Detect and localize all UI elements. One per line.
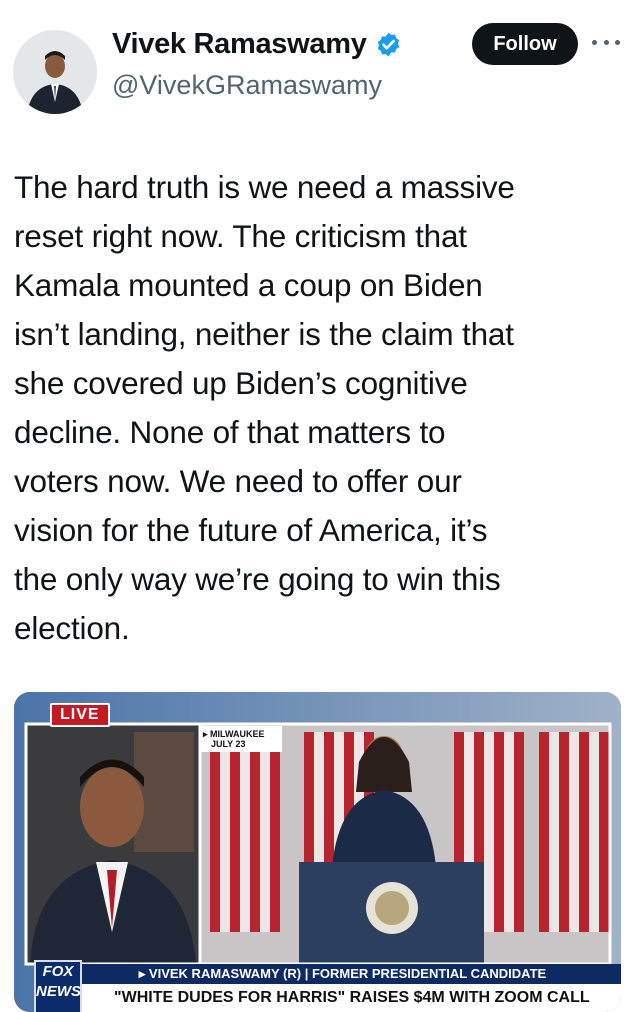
author-handle[interactable]: @VivekGRamaswamy bbox=[112, 70, 382, 101]
tweet-media-video[interactable]: LIVE ▸ MILWAUKEE JULY 23 ▸ VIVEK RAMASWA… bbox=[14, 692, 621, 1012]
network-logo-line: NEWS bbox=[36, 983, 81, 1000]
author-name[interactable]: Vivek Ramaswamy bbox=[112, 28, 367, 61]
tweet-line: she covered up Biden’s cognitive bbox=[14, 365, 468, 401]
tweet-line: Kamala mounted a coup on Biden bbox=[14, 267, 483, 303]
tweet-text: The hard truth is we need a massive rese… bbox=[14, 163, 614, 653]
tweet-line: election. bbox=[14, 610, 130, 646]
dot bbox=[592, 39, 597, 45]
author-name-row[interactable]: Vivek Ramaswamy bbox=[112, 22, 402, 66]
location-city: ▸ MILWAUKEE bbox=[203, 729, 265, 739]
tweet-line: the only way we’re going to win this bbox=[14, 561, 501, 597]
tweet-line: voters now. We need to offer our bbox=[14, 463, 462, 499]
network-logo-line: FOX bbox=[42, 963, 74, 980]
tweet-line: decline. None of that matters to bbox=[14, 414, 446, 450]
author-avatar[interactable] bbox=[13, 30, 97, 114]
news-headline: "WHITE DUDES FOR HARRIS" RAISES $4M WITH… bbox=[64, 984, 621, 1012]
follow-button[interactable]: Follow bbox=[472, 23, 578, 65]
network-logo: FOX NEWS bbox=[34, 960, 82, 1012]
live-badge: LIVE bbox=[50, 703, 110, 727]
dot bbox=[615, 39, 620, 45]
tweet-line: The hard truth is we need a massive bbox=[14, 169, 515, 205]
tweet-line: reset right now. The criticism that bbox=[14, 218, 467, 254]
dot bbox=[603, 39, 609, 45]
lower-third-caption: ▸ VIVEK RAMASWAMY (R) | FORMER PRESIDENT… bbox=[64, 964, 621, 984]
location-tag: ▸ MILWAUKEE JULY 23 bbox=[201, 727, 283, 753]
verified-badge-icon bbox=[377, 32, 399, 56]
tweet-line: vision for the future of America, it’s bbox=[14, 512, 488, 548]
location-date: JULY 23 bbox=[211, 739, 246, 749]
avatar-image bbox=[13, 30, 97, 114]
more-options-icon[interactable] bbox=[592, 32, 620, 52]
tweet-line: isn’t landing, neither is the claim that bbox=[14, 316, 514, 352]
